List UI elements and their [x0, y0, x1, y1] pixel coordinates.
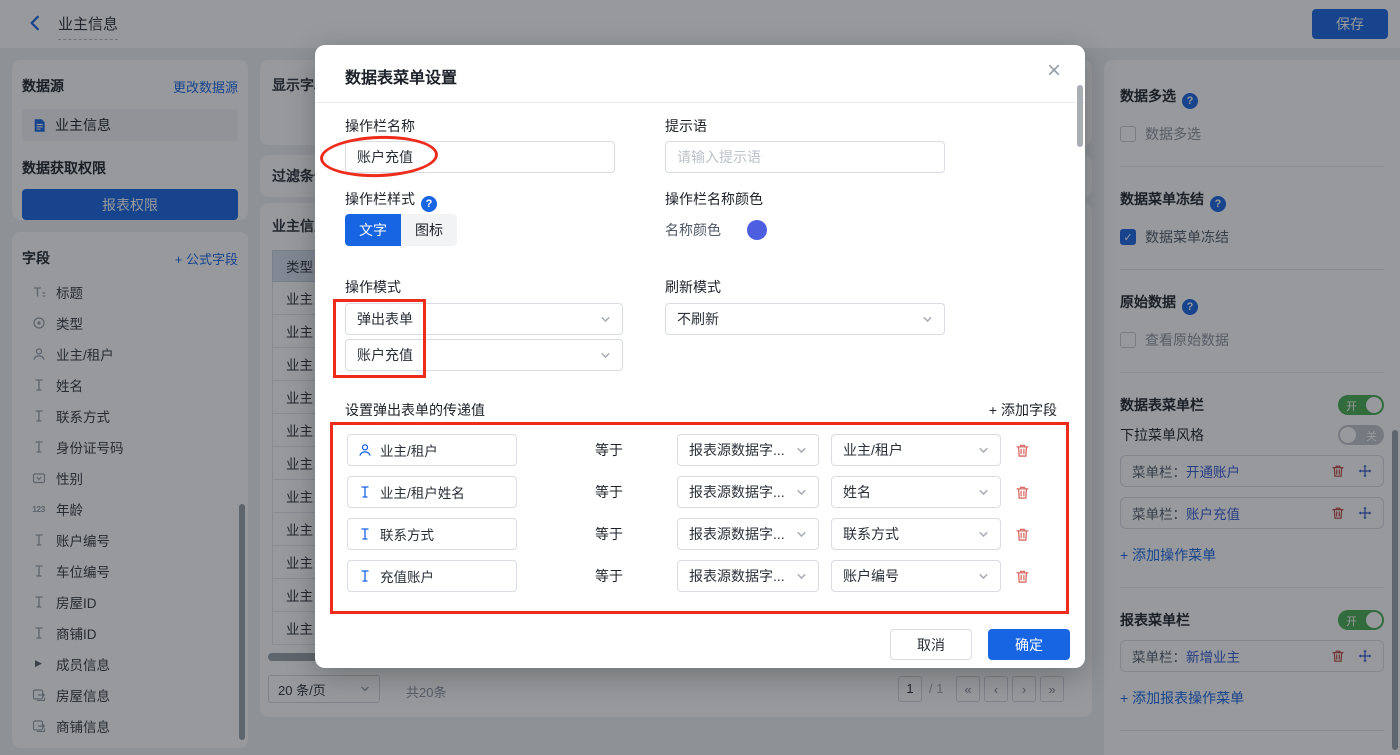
- source-field-select[interactable]: 姓名: [831, 476, 1001, 508]
- cancel-button[interactable]: 取消: [890, 629, 972, 660]
- chevron-down-icon: [978, 487, 989, 498]
- close-icon[interactable]: ×: [1047, 59, 1061, 83]
- action-name-input[interactable]: [345, 141, 615, 173]
- action-name-label: 操作栏名称: [345, 118, 415, 134]
- target-field-name: 联系方式: [380, 528, 434, 543]
- action-style-segment: 文字 图标: [345, 214, 457, 246]
- delete-row-icon[interactable]: [1015, 485, 1030, 500]
- target-field-name: 充值账户: [380, 570, 434, 585]
- delete-row-icon[interactable]: [1015, 527, 1030, 542]
- delete-row-icon[interactable]: [1015, 443, 1030, 458]
- chevron-down-icon: [796, 571, 807, 582]
- style-tab-text[interactable]: 文字: [345, 214, 401, 246]
- source-field-select[interactable]: 账户编号: [831, 560, 1001, 592]
- table-menu-settings-dialog: 数据表菜单设置 × 操作栏名称 提示语 操作栏样式? 文字 图标 操作栏名称颜色…: [315, 45, 1085, 668]
- tip-input[interactable]: [665, 141, 945, 173]
- transfer-rows: 业主/租户 等于 报表源数据字... 业主/租户 业主/租户姓名 等于 报表源数据字... 姓…: [333, 423, 1067, 613]
- target-field-name: 业主/租户姓名: [380, 486, 465, 501]
- target-form-select[interactable]: 账户充值: [345, 339, 623, 371]
- target-field-name: 业主/租户: [380, 444, 438, 459]
- chevron-down-icon: [600, 350, 611, 361]
- text-icon: [358, 569, 372, 583]
- target-field-input[interactable]: 业主/租户姓名: [347, 476, 517, 508]
- source-type-select[interactable]: 报表源数据字...: [677, 518, 819, 550]
- person-icon: [358, 443, 372, 457]
- text-icon: [358, 527, 372, 541]
- name-color-swatch[interactable]: [747, 220, 767, 240]
- refresh-mode-label: 刷新模式: [665, 279, 721, 295]
- operator-label: 等于: [595, 484, 623, 500]
- confirm-button[interactable]: 确定: [988, 629, 1070, 660]
- chevron-down-icon: [922, 314, 933, 325]
- chevron-down-icon: [978, 445, 989, 456]
- text-icon: [358, 485, 372, 499]
- add-field-link[interactable]: + 添加字段: [989, 400, 1057, 420]
- action-style-label: 操作栏样式?: [345, 189, 437, 212]
- dialog-scrollbar[interactable]: [1077, 85, 1083, 147]
- target-field-input[interactable]: 业主/租户: [347, 434, 517, 466]
- operator-label: 等于: [595, 526, 623, 542]
- help-icon[interactable]: ?: [421, 196, 437, 212]
- source-type-select[interactable]: 报表源数据字...: [677, 560, 819, 592]
- transfer-values-label: 设置弹出表单的传递值: [345, 402, 485, 418]
- dialog-title: 数据表菜单设置: [345, 70, 458, 87]
- target-field-input[interactable]: 联系方式: [347, 518, 517, 550]
- target-field-input[interactable]: 充值账户: [347, 560, 517, 592]
- chevron-down-icon: [978, 529, 989, 540]
- delete-row-icon[interactable]: [1015, 569, 1030, 584]
- color-name-label: 名称颜色: [665, 222, 721, 238]
- operator-label: 等于: [595, 442, 623, 458]
- name-color-label: 操作栏名称颜色: [665, 191, 763, 207]
- action-mode-select[interactable]: 弹出表单: [345, 303, 623, 335]
- chevron-down-icon: [796, 445, 807, 456]
- tip-label: 提示语: [665, 118, 707, 134]
- transfer-row: 联系方式 等于 报表源数据字... 联系方式: [333, 518, 1067, 550]
- chevron-down-icon: [796, 487, 807, 498]
- chevron-down-icon: [600, 314, 611, 325]
- refresh-mode-select[interactable]: 不刷新: [665, 303, 945, 335]
- source-type-select[interactable]: 报表源数据字...: [677, 434, 819, 466]
- chevron-down-icon: [796, 529, 807, 540]
- source-field-select[interactable]: 联系方式: [831, 518, 1001, 550]
- style-tab-icon[interactable]: 图标: [401, 214, 457, 246]
- source-type-select[interactable]: 报表源数据字...: [677, 476, 819, 508]
- source-field-select[interactable]: 业主/租户: [831, 434, 1001, 466]
- transfer-row: 充值账户 等于 报表源数据字... 账户编号: [333, 560, 1067, 592]
- transfer-row: 业主/租户 等于 报表源数据字... 业主/租户: [333, 434, 1067, 466]
- chevron-down-icon: [978, 571, 989, 582]
- operator-label: 等于: [595, 568, 623, 584]
- action-mode-label: 操作模式: [345, 279, 401, 295]
- transfer-row: 业主/租户姓名 等于 报表源数据字... 姓名: [333, 476, 1067, 508]
